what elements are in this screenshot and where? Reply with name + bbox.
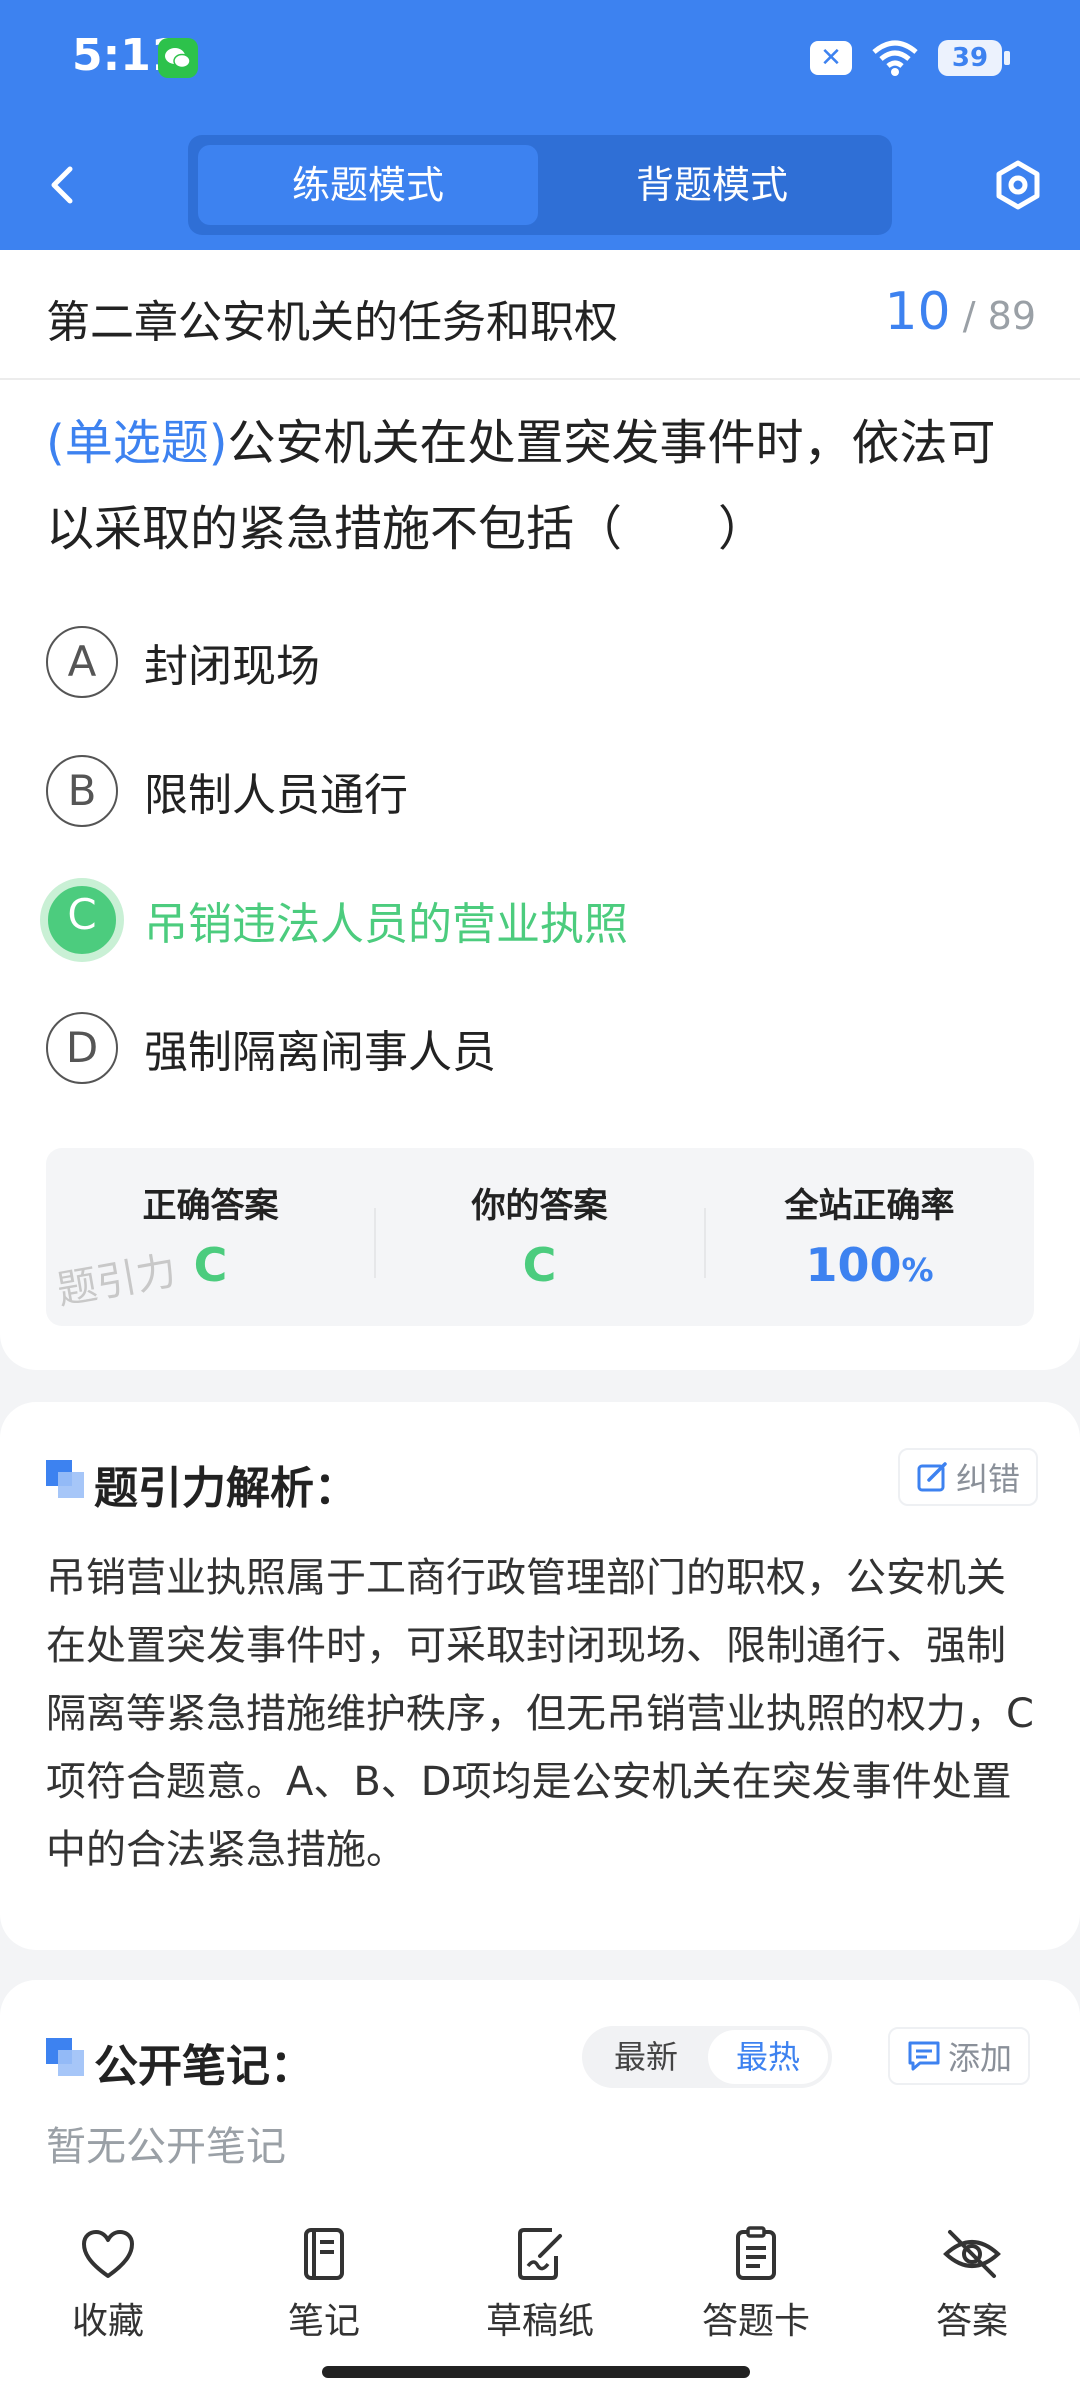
section-squares-icon (46, 1460, 84, 1498)
add-note-button[interactable]: 添加 (888, 2027, 1031, 2085)
wifi-icon (872, 40, 918, 76)
tab-label: 答案 (935, 2301, 1008, 2342)
tab-notes[interactable]: 笔记 (244, 2226, 404, 2346)
option-letter: D (46, 1012, 118, 1084)
option-text: 强制隔离闹事人员 (144, 1027, 496, 1078)
tab-memorize-mode[interactable]: 背题模式 (542, 145, 882, 225)
divider (0, 378, 1080, 380)
stat-your-answer: 你的答案 C (375, 1148, 704, 1326)
sort-latest[interactable]: 最新 (586, 2030, 706, 2084)
eye-off-icon (943, 2230, 1001, 2278)
option-c[interactable]: C 吊销违法人员的营业执照 (40, 878, 628, 962)
report-error-button[interactable]: 纠错 (898, 1448, 1039, 1506)
tab-draft[interactable]: 草稿纸 (460, 2226, 620, 2346)
status-indicators: ✕ 39 (810, 38, 1010, 78)
comment-icon (908, 2041, 940, 2071)
option-d[interactable]: D 强制隔离闹事人员 (46, 1012, 496, 1084)
option-text: 封闭现场 (144, 641, 320, 692)
accuracy-unit: % (901, 1251, 934, 1289)
edit-icon (917, 1462, 947, 1492)
tab-answer[interactable]: 答案 (892, 2226, 1052, 2346)
report-error-label: 纠错 (956, 1460, 1021, 1498)
section-squares-icon (46, 2038, 84, 2076)
option-text: 限制人员通行 (144, 770, 408, 821)
counter-separator: / (962, 294, 976, 338)
stat-label: 全站正确率 (784, 1186, 955, 1226)
stat-value: C (522, 1238, 557, 1292)
tab-label: 答题卡 (701, 2301, 810, 2342)
clipboard-icon (736, 2226, 776, 2280)
chevron-left-icon (51, 166, 73, 204)
close-badge-icon: ✕ (810, 41, 852, 75)
tab-practice-mode[interactable]: 练题模式 (198, 145, 538, 225)
option-a[interactable]: A 封闭现场 (46, 626, 320, 698)
analysis-title: 题引力解析： (94, 1463, 358, 1514)
stat-label: 你的答案 (471, 1186, 608, 1226)
draft-icon (518, 2228, 562, 2280)
tab-label: 收藏 (71, 2301, 144, 2342)
battery-icon: 39 (938, 40, 1010, 76)
heart-icon (82, 2230, 134, 2278)
tab-label: 笔记 (287, 2301, 360, 2342)
back-button[interactable] (40, 155, 88, 215)
question-text: (单选题)公安机关在处置突发事件时，依法可以采取的紧急措施不包括（ ） (46, 400, 1036, 572)
stat-label: 正确答案 (142, 1186, 279, 1226)
analysis-text: 吊销营业执照属于工商行政管理部门的职权，公安机关在处置突发事件时，可采取封闭现场… (46, 1555, 1034, 1873)
question-type-tag: (单选题) (46, 415, 228, 471)
sort-hot[interactable]: 最热 (708, 2030, 828, 2084)
option-text: 吊销违法人员的营业执照 (144, 899, 628, 950)
top-header: 5:11 ✕ 39 练题模式 背题模式 (0, 0, 1080, 250)
no-notes-text: 暂无公开笔记 (46, 2124, 286, 2170)
tab-label: 草稿纸 (485, 2301, 594, 2342)
option-letter: A (46, 626, 118, 698)
notes-sort-switch: 最新 最热 (582, 2026, 832, 2088)
option-b[interactable]: B 限制人员通行 (46, 755, 408, 827)
wechat-icon (158, 38, 198, 78)
stat-value: 100% (705, 1238, 1034, 1292)
current-question-number: 10 (884, 282, 951, 342)
mode-switch: 练题模式 背题模式 (188, 135, 892, 235)
accuracy-number: 100 (805, 1238, 902, 1292)
option-letter: B (46, 755, 118, 827)
notes-title: 公开笔记： (94, 2041, 314, 2092)
stat-accuracy: 全站正确率 100% (705, 1148, 1034, 1326)
answer-stats: 正确答案 C 你的答案 C 全站正确率 100% 题引力 (46, 1148, 1034, 1326)
notebook-icon (304, 2228, 344, 2280)
settings-button[interactable] (990, 155, 1046, 215)
tab-favorite[interactable]: 收藏 (28, 2226, 188, 2346)
home-indicator[interactable] (322, 2366, 750, 2378)
chapter-title: 第二章公安机关的任务和职权 (46, 297, 618, 348)
add-note-label: 添加 (948, 2039, 1013, 2077)
tab-answer-card[interactable]: 答题卡 (676, 2226, 836, 2346)
total-questions: 89 (987, 294, 1036, 338)
question-counter: 10 / 89 (884, 282, 1036, 342)
option-letter: C (40, 878, 124, 962)
settings-hexagon-icon (996, 160, 1040, 210)
